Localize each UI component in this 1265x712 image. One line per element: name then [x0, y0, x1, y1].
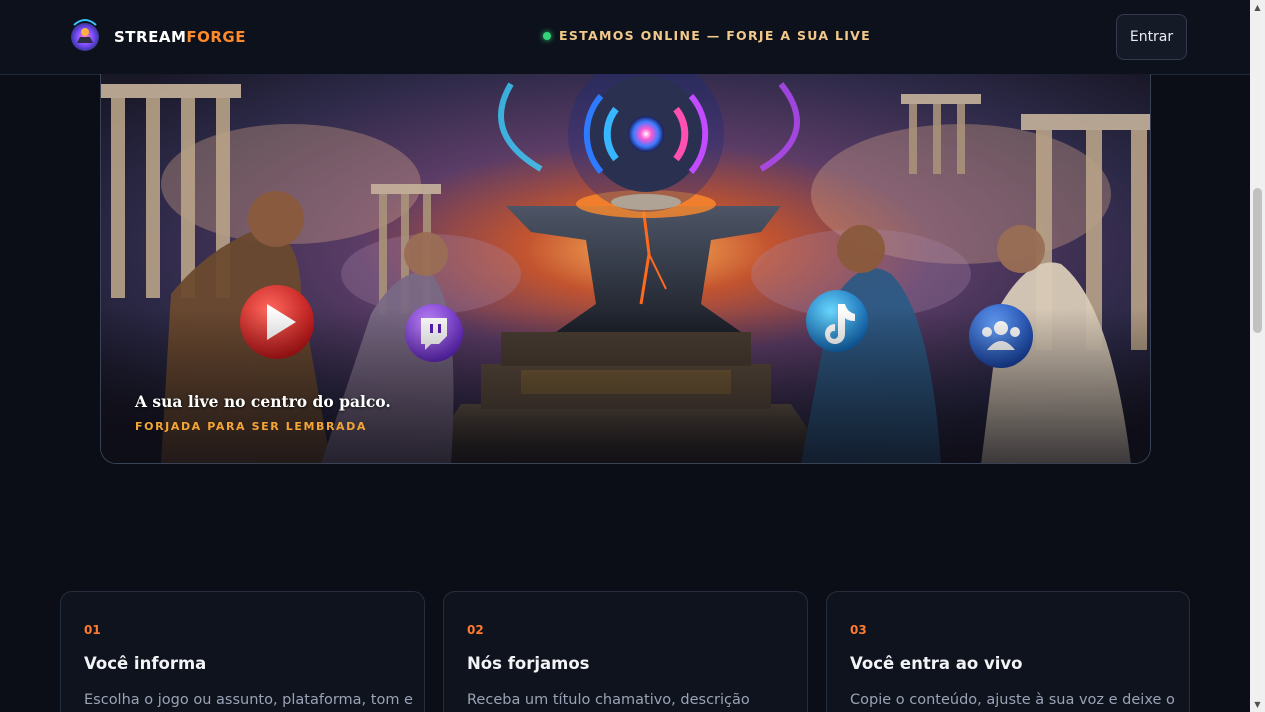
brand-name-part1: STREAM — [114, 28, 187, 46]
step-description: Receba um título chamativo, descrição — [467, 692, 750, 708]
login-button[interactable]: Entrar — [1116, 14, 1187, 60]
status-dot-icon — [543, 31, 551, 40]
hero-title: A sua live no centro do palco. — [135, 392, 391, 411]
step-title: Você entra ao vivo — [850, 654, 1023, 673]
top-navigation-bar: STREAMFORGE ESTAMOS ONLINE — FORJE A SUA… — [0, 0, 1250, 75]
scroll-down-arrow-icon[interactable]: ▼ — [1250, 697, 1265, 712]
step-card-2: 02 Nós forjamos Receba um título chamati… — [443, 591, 808, 712]
logo-icon — [68, 17, 102, 57]
step-number: 02 — [467, 623, 484, 637]
scroll-up-arrow-icon[interactable]: ▲ — [1250, 0, 1265, 15]
step-card-3: 03 Você entra ao vivo Copie o conteúdo, … — [826, 591, 1190, 712]
hero-banner: A sua live no centro do palco. FORJADA P… — [100, 74, 1151, 464]
online-status: ESTAMOS ONLINE — FORJE A SUA LIVE — [543, 28, 871, 43]
step-title: Você informa — [84, 654, 207, 673]
hero-caption: A sua live no centro do palco. FORJADA P… — [135, 392, 391, 433]
scrollbar-thumb[interactable] — [1253, 188, 1262, 333]
brand-logo-link[interactable]: STREAMFORGE — [68, 17, 246, 57]
brand-name: STREAMFORGE — [114, 28, 246, 46]
step-card-1: 01 Você informa Escolha o jogo ou assunt… — [60, 591, 425, 712]
brand-name-part2: FORGE — [186, 28, 246, 46]
status-text: ESTAMOS ONLINE — FORJE A SUA LIVE — [559, 28, 871, 43]
step-title: Nós forjamos — [467, 654, 590, 673]
page-scrollbar[interactable]: ▲ ▼ — [1250, 0, 1265, 712]
step-description: Escolha o jogo ou assunto, plataforma, t… — [84, 692, 413, 708]
step-number: 01 — [84, 623, 101, 637]
step-number: 03 — [850, 623, 867, 637]
hero-subtitle: FORJADA PARA SER LEMBRADA — [135, 420, 368, 433]
step-description: Copie o conteúdo, ajuste à sua voz e dei… — [850, 692, 1175, 708]
